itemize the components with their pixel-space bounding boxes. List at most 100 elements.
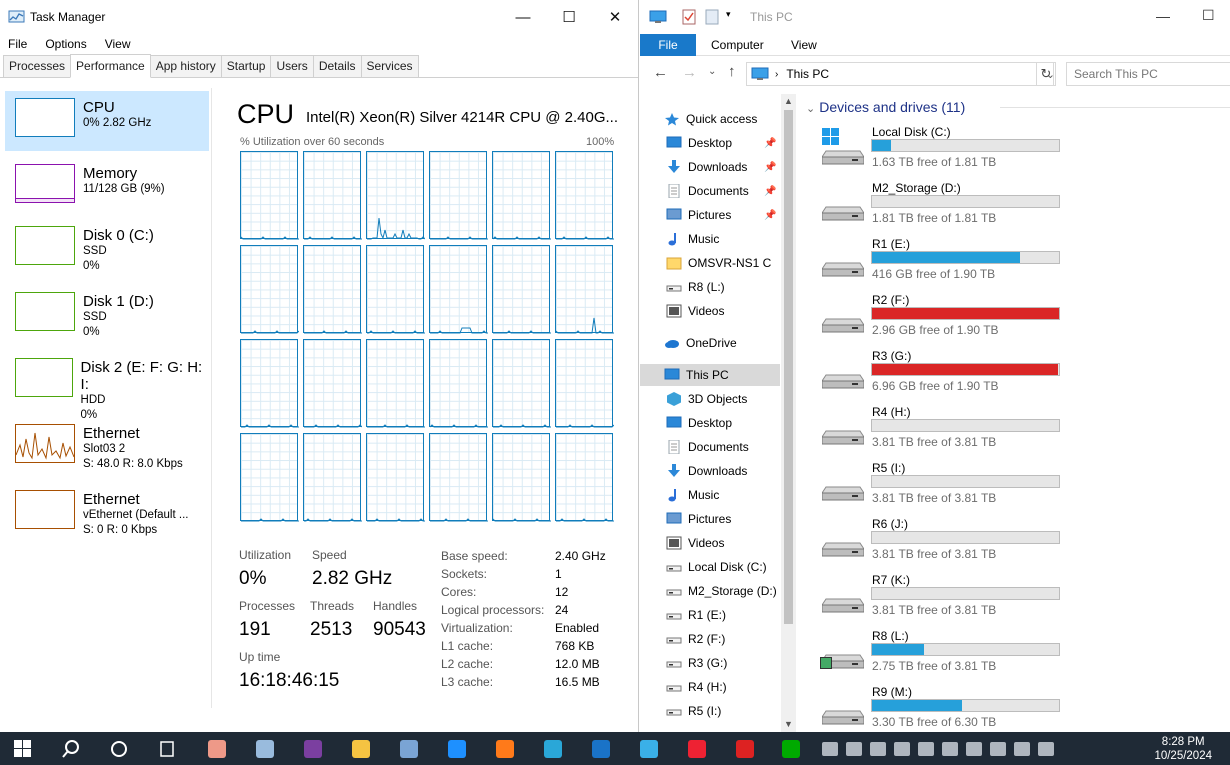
- drive-tile[interactable]: R4 (H:) 3.81 TB free of 3.81 TB: [820, 405, 1080, 461]
- cortana-icon[interactable]: [106, 736, 132, 762]
- defender-icon[interactable]: [894, 742, 910, 756]
- firefox-icon[interactable]: [492, 736, 518, 762]
- pen-icon[interactable]: [1038, 742, 1054, 756]
- vpn-icon[interactable]: [636, 736, 662, 762]
- drive-tile[interactable]: R2 (F:) 2.96 GB free of 1.90 TB: [820, 293, 1080, 349]
- drive-tile[interactable]: R5 (I:) 3.81 TB free of 3.81 TB: [820, 461, 1080, 517]
- tab-performance[interactable]: Performance: [70, 54, 151, 78]
- nav-item-music[interactable]: Music: [640, 228, 780, 250]
- nav-item-downloads[interactable]: Downloads: [640, 460, 780, 482]
- pin-icon[interactable]: 📌: [764, 210, 776, 221]
- devices-section-header[interactable]: ⌄ Devices and drives (11): [806, 99, 965, 115]
- nav-item-documents[interactable]: Documents 📌: [640, 180, 780, 202]
- nav-item-r1-e-[interactable]: R1 (E:): [640, 604, 780, 626]
- tab-app-history[interactable]: App history: [149, 55, 222, 77]
- minimize-button[interactable]: —: [500, 0, 546, 34]
- ribbon-computer-tab[interactable]: Computer: [711, 38, 764, 52]
- search-input[interactable]: Search This PC: [1066, 62, 1230, 86]
- drive-tile[interactable]: M2_Storage (D:) 1.81 TB free of 1.81 TB: [820, 181, 1080, 237]
- drive-tile[interactable]: Local Disk (C:) 1.63 TB free of 1.81 TB: [820, 125, 1080, 181]
- menu-file[interactable]: File: [8, 37, 27, 51]
- ribbon-file-tab[interactable]: File: [640, 34, 696, 56]
- explorer-maximize-button[interactable]: ☐: [1202, 7, 1215, 24]
- app-icon[interactable]: [732, 736, 758, 762]
- resource-item-0[interactable]: CPU 0% 2.82 GHz: [5, 91, 209, 151]
- task-view-icon[interactable]: [154, 736, 180, 762]
- nav-item-desktop[interactable]: Desktop 📌: [640, 132, 780, 154]
- drive-tile[interactable]: R8 (L:) 2.75 TB free of 3.81 TB: [820, 629, 1080, 685]
- tab-services[interactable]: Services: [360, 55, 419, 77]
- drive-tile[interactable]: R7 (K:) 3.81 TB free of 3.81 TB: [820, 573, 1080, 629]
- explorer-minimize-button[interactable]: —: [1156, 8, 1170, 24]
- nav-item-downloads[interactable]: Downloads 📌: [640, 156, 780, 178]
- ie-icon[interactable]: [444, 736, 470, 762]
- outlook-icon[interactable]: [588, 736, 614, 762]
- tab-users[interactable]: Users: [270, 55, 314, 77]
- properties-icon[interactable]: [682, 9, 696, 25]
- resource-item-1[interactable]: Memory 11/128 GB (9%): [5, 157, 209, 217]
- nav-item-videos[interactable]: Videos: [640, 300, 780, 322]
- resource-item-4[interactable]: Disk 2 (E: F: G: H: I: HDD 0%: [5, 351, 209, 421]
- pin-icon[interactable]: 📌: [764, 138, 776, 149]
- nav-item-this-pc[interactable]: This PC: [640, 364, 780, 386]
- nav-item-quick-access[interactable]: Quick access: [640, 108, 780, 130]
- resource-item-3[interactable]: Disk 1 (D:) SSD 0%: [5, 285, 209, 345]
- nav-item-local-disk-c-[interactable]: Local Disk (C:): [640, 556, 780, 578]
- start-icon[interactable]: [10, 736, 36, 762]
- onenote-icon[interactable]: [300, 736, 326, 762]
- collapse-chevron-icon[interactable]: ⌄: [806, 103, 815, 115]
- nav-item-pictures[interactable]: Pictures: [640, 508, 780, 530]
- nav-item-pictures[interactable]: Pictures 📌: [640, 204, 780, 226]
- nav-item-r3-g-[interactable]: R3 (G:): [640, 652, 780, 674]
- chrome-icon[interactable]: [684, 736, 710, 762]
- resource-item-6[interactable]: Ethernet vEthernet (Default ... S: 0 R: 0 …: [5, 483, 209, 543]
- tab-processes[interactable]: Processes: [3, 55, 72, 77]
- nav-item-r8-l-[interactable]: R8 (L:): [640, 276, 780, 298]
- xbox-icon[interactable]: [778, 736, 804, 762]
- clock[interactable]: 8:28 PM 10/25/2024: [1154, 735, 1212, 763]
- edge-icon[interactable]: [540, 736, 566, 762]
- nav-item-videos[interactable]: Videos: [640, 532, 780, 554]
- network-icon[interactable]: [870, 742, 886, 756]
- nav-item-3d-objects[interactable]: 3D Objects: [640, 388, 780, 410]
- address-bar[interactable]: › This PC ⌄: [746, 62, 1055, 86]
- close-button[interactable]: ✕: [592, 0, 638, 34]
- menu-options[interactable]: Options: [45, 37, 86, 51]
- pin-icon[interactable]: 📌: [764, 186, 776, 197]
- tab-details[interactable]: Details: [312, 55, 362, 77]
- forward-arrow-icon[interactable]: →: [682, 64, 697, 81]
- back-arrow-icon[interactable]: ←: [653, 64, 668, 81]
- search-icon[interactable]: [58, 736, 84, 762]
- quick-access-dropdown-icon[interactable]: ▾: [726, 9, 731, 20]
- usb-icon[interactable]: [942, 742, 958, 756]
- resource-item-5[interactable]: Ethernet Slot03 2 S: 48.0 R: 8.0 Kbps: [5, 417, 209, 477]
- nav-item-onedrive[interactable]: OneDrive: [640, 332, 780, 354]
- refresh-icon[interactable]: ↻: [1036, 62, 1056, 86]
- drive-tile[interactable]: R6 (J:) 3.81 TB free of 3.81 TB: [820, 517, 1080, 573]
- app-icon[interactable]: [966, 742, 982, 756]
- recent-locations-icon[interactable]: ⌄: [708, 66, 716, 77]
- menu-view[interactable]: View: [105, 37, 131, 51]
- outlook-icon[interactable]: [918, 742, 934, 756]
- nav-scrollbar[interactable]: ▲ ▼: [781, 94, 796, 732]
- nav-item-music[interactable]: Music: [640, 484, 780, 506]
- file-explorer-icon[interactable]: [348, 736, 374, 762]
- paint-icon[interactable]: [204, 736, 230, 762]
- mail-icon[interactable]: [822, 742, 838, 756]
- nav-item-documents[interactable]: Documents: [640, 436, 780, 458]
- resource-item-2[interactable]: Disk 0 (C:) SSD 0%: [5, 219, 209, 279]
- speaker-icon[interactable]: [1014, 742, 1030, 756]
- up-arrow-icon[interactable]: ↑: [728, 63, 736, 80]
- office-icon[interactable]: [846, 742, 862, 756]
- cloud-icon[interactable]: [990, 742, 1006, 756]
- nav-item-r5-i-[interactable]: R5 (I:): [640, 700, 780, 722]
- drive-tile[interactable]: R1 (E:) 416 GB free of 1.90 TB: [820, 237, 1080, 293]
- nav-item-desktop[interactable]: Desktop: [640, 412, 780, 434]
- nav-item-r4-h-[interactable]: R4 (H:): [640, 676, 780, 698]
- nav-item-omsvr-ns1-c[interactable]: OMSVR-NS1 C: [640, 252, 780, 274]
- new-folder-icon[interactable]: [705, 9, 719, 25]
- remote-desktop-icon[interactable]: [396, 736, 422, 762]
- drive-tile[interactable]: R3 (G:) 6.96 GB free of 1.90 TB: [820, 349, 1080, 405]
- pin-icon[interactable]: 📌: [764, 162, 776, 173]
- nav-item-r2-f-[interactable]: R2 (F:): [640, 628, 780, 650]
